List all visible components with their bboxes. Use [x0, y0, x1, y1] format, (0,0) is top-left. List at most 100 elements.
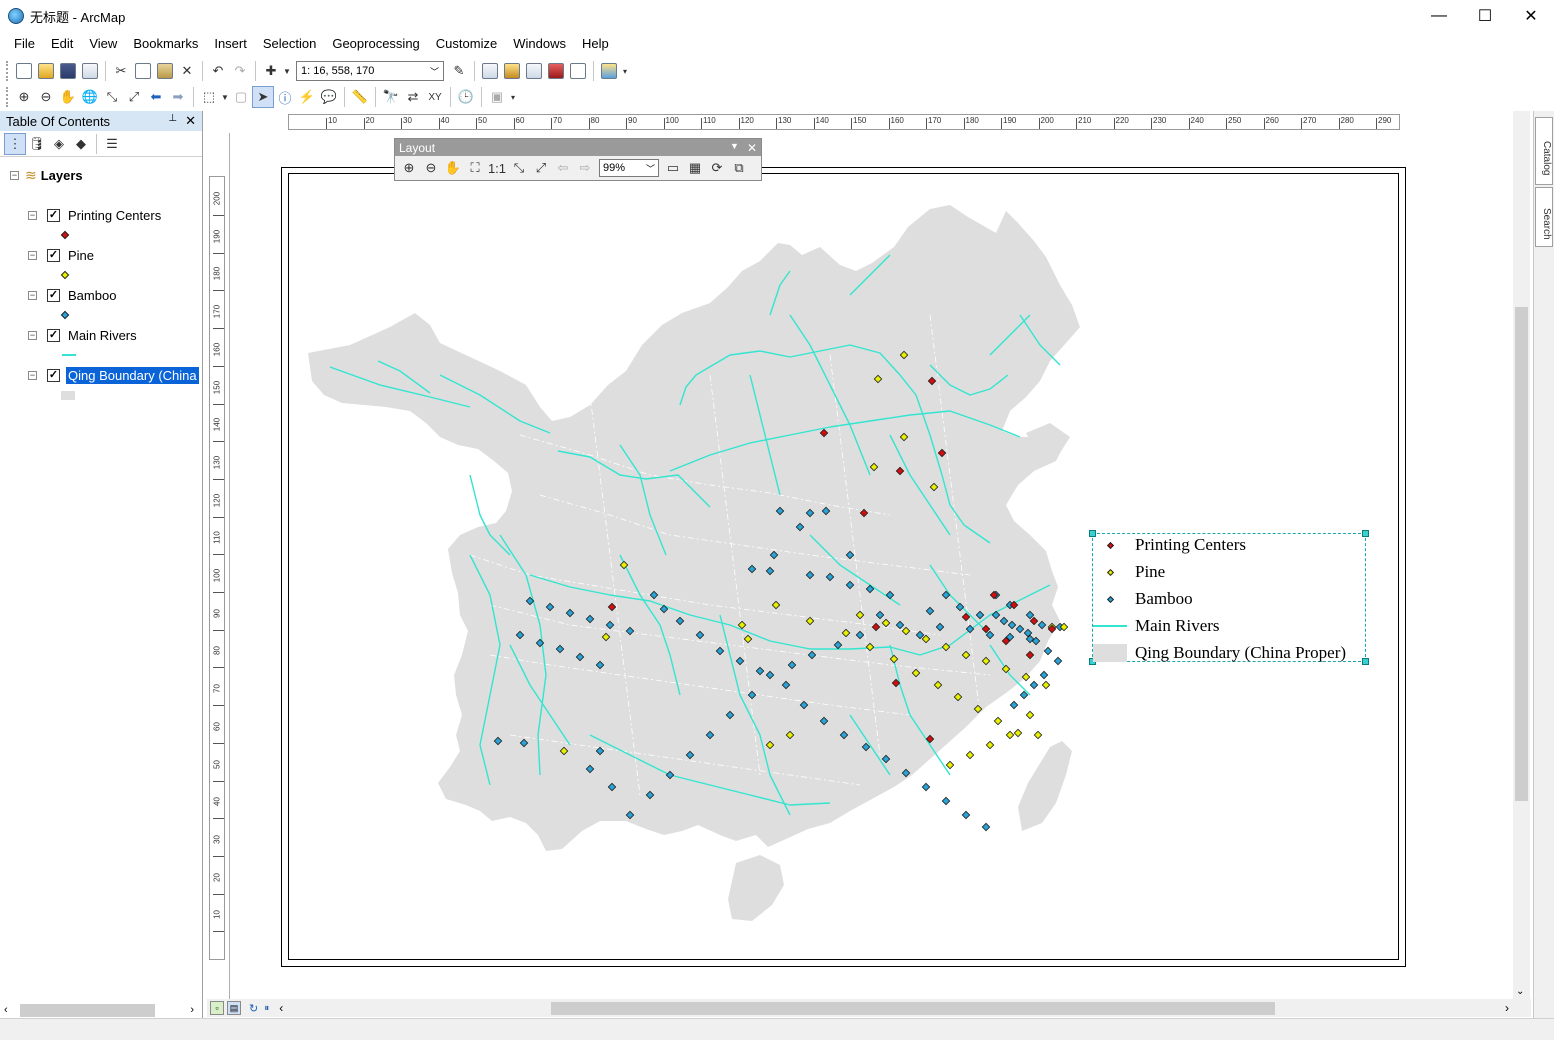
refresh-icon[interactable]: ↻: [249, 1002, 258, 1015]
menu-customize[interactable]: Customize: [428, 33, 505, 55]
layer-visibility-checkbox[interactable]: ✓: [47, 208, 60, 222]
go-to-xy-icon[interactable]: XY: [424, 86, 446, 108]
layer-symbol[interactable]: [60, 230, 70, 240]
scroll-thumb[interactable]: [1515, 307, 1528, 801]
chevron-down-icon[interactable]: ▼: [282, 60, 292, 82]
fixed-zoom-out-icon[interactable]: ⤢: [530, 157, 552, 179]
full-extent-globe-icon[interactable]: 🌐: [79, 86, 101, 108]
collapse-icon[interactable]: −: [28, 370, 37, 380]
menu-bookmarks[interactable]: Bookmarks: [125, 33, 206, 55]
toc-layer-symbol-row[interactable]: [60, 305, 70, 325]
new-document-icon[interactable]: [13, 60, 35, 82]
layout-pan-icon[interactable]: ✋: [442, 157, 464, 179]
toolbar-options-icon[interactable]: ▾: [620, 60, 630, 82]
list-by-drawing-order-icon[interactable]: ⋮: [4, 132, 26, 155]
layout-zoom-out-icon[interactable]: ⊖: [420, 157, 442, 179]
list-by-source-icon[interactable]: 🛢: [26, 133, 48, 155]
editor-toolbar-icon[interactable]: ✎: [448, 60, 470, 82]
menu-geoprocessing[interactable]: Geoprocessing: [324, 33, 427, 55]
toc-layer-label[interactable]: Main Rivers: [66, 327, 139, 344]
redo-icon[interactable]: ↷: [229, 60, 251, 82]
fixed-zoom-out-icon[interactable]: ⤢: [123, 86, 145, 108]
toc-layer-label[interactable]: Bamboo: [66, 287, 118, 304]
pan-hand-icon[interactable]: ✋: [57, 86, 79, 108]
find-binoculars-icon[interactable]: 🔭: [380, 86, 402, 108]
toolbar-options-icon[interactable]: ▾: [508, 86, 518, 108]
toc-layer-row[interactable]: − ✓ Bamboo: [28, 285, 118, 305]
vertical-ruler[interactable]: 200 190 180 170 160 150 140 130 120 110 100 90 80 70 6…: [209, 176, 225, 960]
toc-layer-symbol-row[interactable]: [62, 345, 76, 365]
toc-horizontal-scrollbar[interactable]: ‹ ›: [4, 1002, 196, 1018]
scroll-left-icon[interactable]: ‹: [4, 1004, 8, 1016]
toolbar-grip[interactable]: [6, 87, 10, 107]
select-features-icon[interactable]: ⬚: [198, 86, 220, 108]
menu-view[interactable]: View: [81, 33, 125, 55]
toc-options-icon[interactable]: ☰: [101, 133, 123, 155]
layer-symbol[interactable]: [61, 390, 75, 400]
menu-file[interactable]: File: [6, 33, 43, 55]
close-icon[interactable]: ✕: [747, 141, 757, 155]
clear-selection-icon[interactable]: ▢: [230, 86, 252, 108]
change-layout-icon[interactable]: ⟳: [706, 157, 728, 179]
layer-symbol[interactable]: [62, 354, 76, 356]
toc-layer-row[interactable]: − ✓ Pine: [28, 245, 96, 265]
selection-handle[interactable]: [1362, 530, 1369, 537]
layout-toolbar[interactable]: Layout ▼ ✕ ⊕ ⊖ ✋ ⛶ 1:1 ⤡ ⤢ ⇦ ⇨ 99% ﹀ ▭ ▦…: [394, 138, 762, 181]
fixed-zoom-in-icon[interactable]: ⤡: [508, 157, 530, 179]
chevron-down-icon[interactable]: ▼: [220, 86, 230, 108]
identify-icon[interactable]: ⓘ: [274, 86, 296, 108]
layer-visibility-checkbox[interactable]: ✓: [47, 368, 60, 382]
collapse-icon[interactable]: −: [28, 210, 37, 220]
search-tab[interactable]: Search: [1535, 187, 1553, 247]
layout-zoom-in-icon[interactable]: ⊕: [398, 157, 420, 179]
select-elements-arrow-icon[interactable]: ➤: [252, 86, 274, 108]
time-slider-icon[interactable]: 🕒: [455, 86, 477, 108]
minimize-button[interactable]: —: [1416, 0, 1462, 32]
scroll-down-icon[interactable]: ⌄: [1516, 986, 1524, 997]
pin-icon[interactable]: ⊥: [168, 113, 177, 129]
arctoolbox-icon[interactable]: [545, 60, 567, 82]
data-view-button[interactable]: ▫: [210, 1001, 224, 1015]
collapse-icon[interactable]: −: [28, 290, 37, 300]
menu-help[interactable]: Help: [574, 33, 617, 55]
cut-icon[interactable]: ✂: [110, 60, 132, 82]
viewer-window-icon[interactable]: ▣: [486, 86, 508, 108]
layer-symbol[interactable]: [60, 310, 70, 320]
zoom-out-icon[interactable]: ⊖: [35, 86, 57, 108]
map-scale-combo[interactable]: 1: 16, 558, 170 ﹀: [296, 61, 444, 81]
layer-visibility-checkbox[interactable]: ✓: [47, 328, 60, 342]
collapse-icon[interactable]: −: [10, 170, 19, 180]
find-route-icon[interactable]: ⇄: [402, 86, 424, 108]
paste-icon[interactable]: [154, 60, 176, 82]
zoom-in-icon[interactable]: ⊕: [13, 86, 35, 108]
toc-layer-label[interactable]: Pine: [66, 247, 96, 264]
toc-window-icon[interactable]: [479, 60, 501, 82]
print-icon[interactable]: [79, 60, 101, 82]
close-icon[interactable]: ✕: [185, 113, 196, 129]
undo-icon[interactable]: ↶: [207, 60, 229, 82]
search-window-icon[interactable]: [523, 60, 545, 82]
menu-windows[interactable]: Windows: [505, 33, 574, 55]
forward-arrow-icon[interactable]: ➡: [167, 86, 189, 108]
hyperlink-icon[interactable]: ⚡: [296, 86, 318, 108]
save-icon[interactable]: [57, 60, 79, 82]
menu-edit[interactable]: Edit: [43, 33, 81, 55]
zoom-control[interactable]: 99% ﹀: [599, 159, 659, 177]
toolbar-grip[interactable]: [6, 61, 10, 81]
toc-layer-row[interactable]: − ✓ Main Rivers: [28, 325, 139, 345]
layout-horizontal-scroll-thumb[interactable]: [551, 1002, 1275, 1015]
menu-selection[interactable]: Selection: [255, 33, 324, 55]
toggle-draft-mode-icon[interactable]: ▭: [662, 157, 684, 179]
scroll-thumb[interactable]: [20, 1003, 155, 1017]
scroll-right-icon[interactable]: ›: [190, 1004, 194, 1016]
focus-data-frame-icon[interactable]: ▦: [684, 157, 706, 179]
catalog-window-icon[interactable]: [501, 60, 523, 82]
catalog-tab[interactable]: Catalog: [1535, 117, 1553, 185]
maximize-button[interactable]: ☐: [1462, 0, 1508, 32]
layout-view-button[interactable]: ▤: [227, 1001, 241, 1015]
list-by-visibility-icon[interactable]: ◈: [48, 133, 70, 155]
layer-visibility-checkbox[interactable]: ✓: [47, 248, 60, 262]
map-legend[interactable]: Printing Centers Pine Bamboo Main Rivers Qin…: [1089, 530, 1369, 665]
toc-root-layers[interactable]: − ≋ Layers: [10, 165, 83, 185]
forward-extent-icon[interactable]: ⇨: [574, 157, 596, 179]
